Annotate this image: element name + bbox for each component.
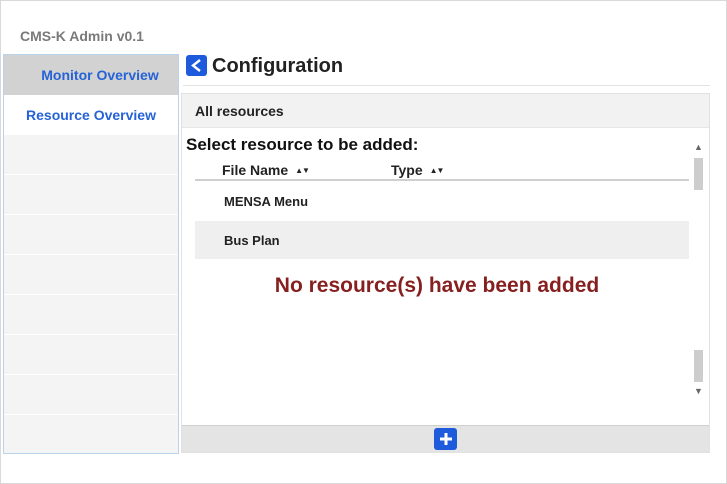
page-title: Configuration <box>212 55 344 77</box>
sidebar-row-empty <box>4 335 178 375</box>
chevron-left-icon <box>191 59 201 72</box>
sort-icon: ▲▼ <box>295 165 310 175</box>
scroll-down-icon[interactable]: ▼ <box>694 386 703 396</box>
sidebar-row-empty <box>4 215 178 255</box>
panel-heading-label: All resources <box>195 102 284 119</box>
sidebar-row: Monitor Overview <box>4 55 178 95</box>
back-button[interactable] <box>186 55 207 76</box>
table-row[interactable]: Bus Plan <box>195 221 689 259</box>
column-label: File Name <box>222 162 289 178</box>
empty-message: No resource(s) have been added <box>274 274 600 297</box>
scroll-thumb[interactable] <box>694 158 703 190</box>
table-row[interactable]: MENSA Menu <box>195 182 689 220</box>
sidebar-row-empty <box>4 135 178 175</box>
row-file-name: MENSA Menu <box>224 193 309 209</box>
sidebar: Monitor Overview Resource Overview <box>3 54 179 454</box>
panel-footer <box>182 425 709 452</box>
panel-heading: All resources <box>182 94 709 128</box>
sidebar-row-empty <box>4 375 178 415</box>
sort-icon: ▲▼ <box>429 165 445 175</box>
row-file-name: Bus Plan <box>224 232 280 248</box>
column-header-file-name[interactable]: File Name ▲▼ <box>222 162 310 178</box>
column-header-type[interactable]: Type ▲▼ <box>391 162 445 178</box>
sidebar-item-monitor-overview[interactable]: Monitor Overview <box>4 55 178 95</box>
plus-icon <box>439 433 452 445</box>
sidebar-row-empty <box>4 255 178 295</box>
sidebar-item-resource-overview[interactable]: Resource Overview <box>4 95 178 135</box>
sidebar-row-empty <box>4 295 178 335</box>
table-header-divider <box>195 179 689 181</box>
add-resource-button[interactable] <box>434 428 457 450</box>
sidebar-row: Resource Overview <box>4 95 178 135</box>
column-label: Type <box>391 162 423 178</box>
scroll-up-icon[interactable]: ▲ <box>694 142 703 152</box>
sidebar-row-empty <box>4 175 178 215</box>
sidebar-item-label: Resource Overview <box>26 107 156 123</box>
sidebar-item-label: Monitor Overview <box>41 67 159 83</box>
header-divider <box>183 85 710 86</box>
scrollbar[interactable]: ▲ ▼ <box>692 138 707 400</box>
scroll-thumb[interactable] <box>694 350 703 382</box>
resources-panel: All resources Select resource to be adde… <box>181 93 710 453</box>
app-title: CMS-K Admin v0.1 <box>20 28 144 44</box>
select-resource-label: Select resource to be added: <box>186 135 419 154</box>
